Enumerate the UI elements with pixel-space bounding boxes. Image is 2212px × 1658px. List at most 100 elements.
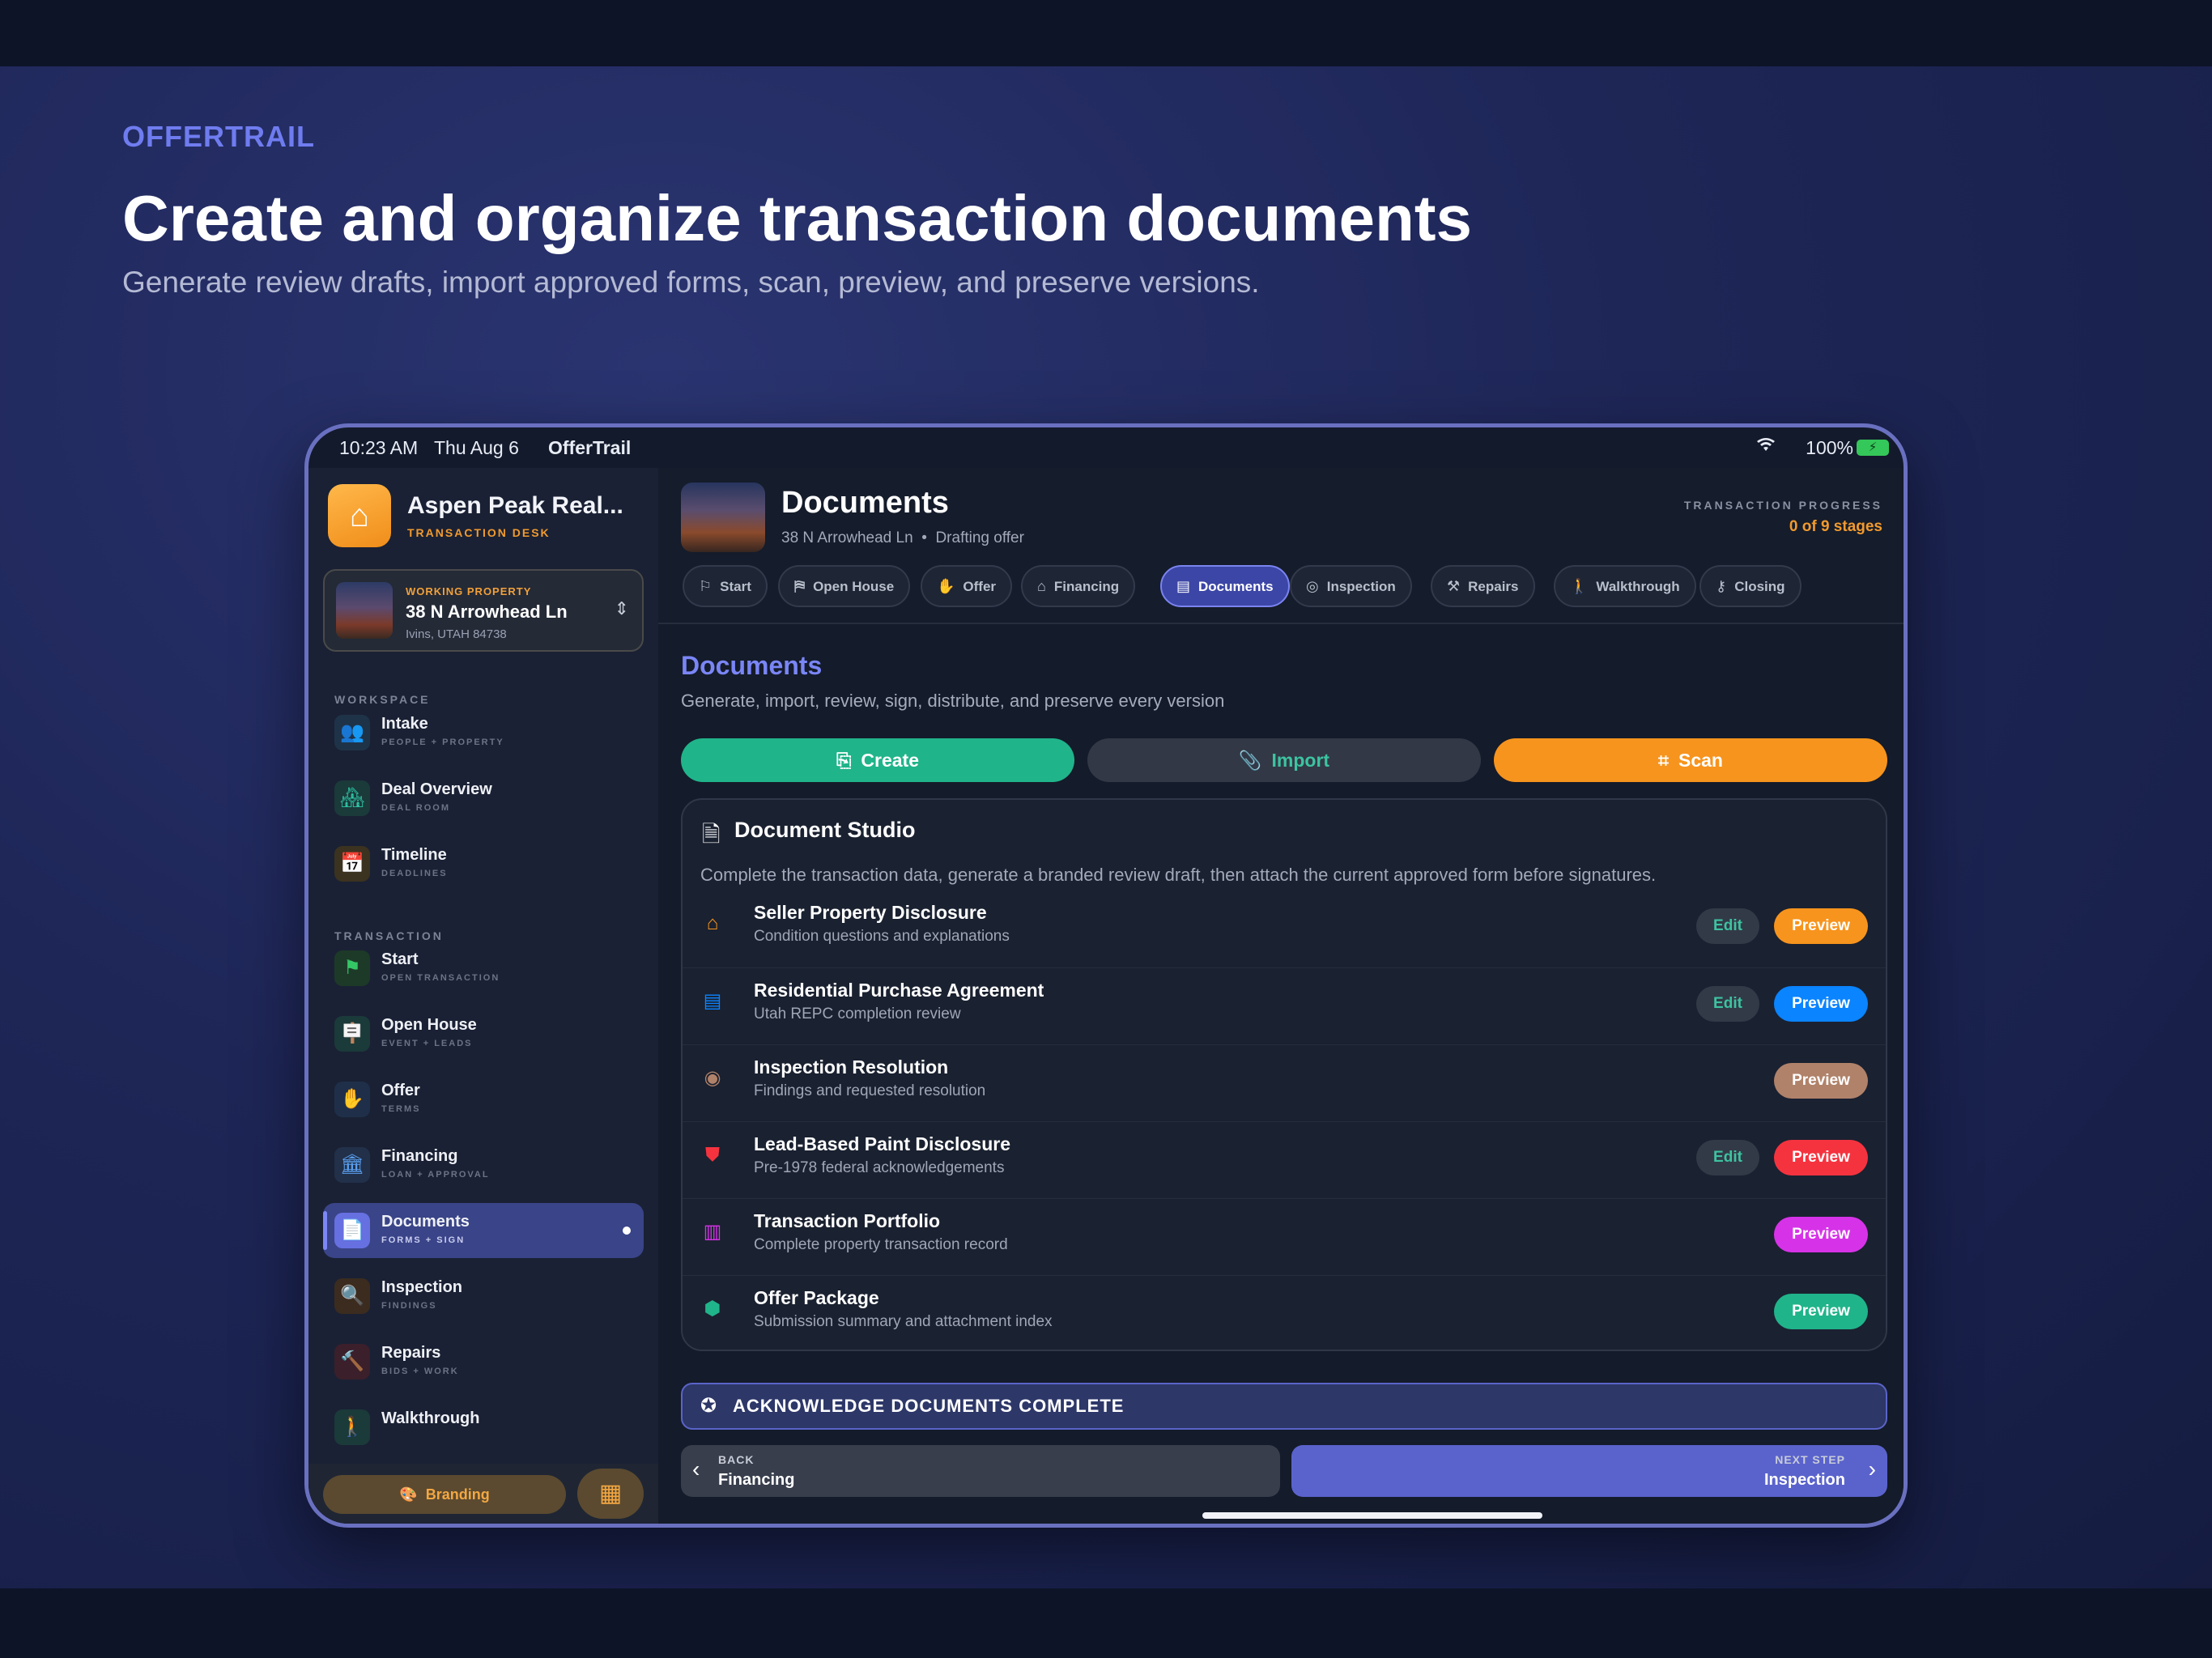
walk-icon: 🚶 — [1570, 578, 1589, 594]
document-title: Transaction Portfolio — [754, 1210, 941, 1231]
sidebar-item-timeline[interactable]: 📅 Timeline DEADLINES — [323, 836, 644, 891]
document-row: ▥ Transaction Portfolio Complete propert… — [683, 1198, 1886, 1275]
branding-button[interactable]: 🎨 Branding — [323, 1475, 566, 1514]
property-city: Ivins, UTAH 84738 — [406, 627, 507, 641]
sidebar-item-deal-overview[interactable]: 🏘 Deal Overview DEAL ROOM — [323, 771, 644, 826]
tab-start[interactable]: ⚐ Start — [683, 565, 768, 607]
back-target: Financing — [718, 1471, 795, 1489]
sidebar-item-intake[interactable]: 👥 Intake PEOPLE + PROPERTY — [323, 705, 644, 760]
hand-icon: ✋ — [937, 578, 955, 594]
wifi-icon — [1756, 437, 1776, 458]
preview-button[interactable]: Preview — [1774, 908, 1868, 944]
document-subtitle: Utah REPC completion review — [754, 1005, 961, 1022]
brand-tag: OFFERTRAIL — [122, 120, 315, 153]
section-subtitle: Generate, import, review, sign, distribu… — [681, 691, 1225, 711]
sidebar-item-open-house[interactable]: 🪧 Open House EVENT + LEADS — [323, 1006, 644, 1061]
scan-button[interactable]: ⌗ Scan — [1494, 738, 1887, 782]
back-button[interactable]: ‹ BACK Financing — [681, 1445, 1280, 1497]
branding-label: Branding — [425, 1486, 490, 1503]
sidebar-item-label: Documents — [381, 1213, 470, 1231]
preview-button[interactable]: Preview — [1774, 1217, 1868, 1252]
edit-button[interactable]: Edit — [1696, 908, 1759, 944]
tab-closing[interactable]: ⚷ Closing — [1699, 565, 1802, 607]
page-header: Documents 38 N Arrowhead Ln • Drafting o… — [658, 468, 1904, 624]
page: { "hero": { "brand": "OFFERTRAIL", "titl… — [0, 0, 2212, 1658]
sidebar-item-documents[interactable]: 📄 Documents FORMS + SIGN — [323, 1203, 644, 1258]
app-name: Aspen Peak Real... — [407, 492, 623, 519]
preview-button[interactable]: Preview — [1774, 1294, 1868, 1329]
document-subtitle: Pre-1978 federal acknowledgements — [754, 1159, 1005, 1176]
home-indicator — [1202, 1512, 1542, 1519]
palette-icon: 🎨 — [399, 1486, 418, 1503]
hand-icon: ✋ — [334, 1082, 370, 1117]
tab-offer[interactable]: ✋ Offer — [921, 565, 1013, 607]
sidebar-item-sub: FORMS + SIGN — [381, 1235, 466, 1245]
tab-financing[interactable]: ⌂ Financing — [1021, 565, 1136, 607]
acknowledge-documents-button[interactable]: ✪ ACKNOWLEDGE DOCUMENTS COMPLETE — [681, 1383, 1887, 1430]
progress-value: 0 of 9 stages — [1789, 518, 1882, 535]
sidebar-item-financing[interactable]: 🏛 Financing LOAN + APPROVAL — [323, 1137, 644, 1192]
document-icon: ▤ — [703, 990, 722, 1012]
hero-subtitle: Generate review drafts, import approved … — [122, 266, 1260, 299]
tab-repairs[interactable]: ⚒ Repairs — [1431, 565, 1535, 607]
bank-icon: ⌂ — [1037, 578, 1046, 594]
tab-walkthrough[interactable]: 🚶 Walkthrough — [1554, 565, 1696, 607]
sidebar: ⌂ Aspen Peak Real... TRANSACTION DESK WO… — [308, 468, 658, 1524]
tab-inspection[interactable]: ◎ Inspection — [1290, 565, 1412, 607]
preview-button[interactable]: Preview — [1774, 1063, 1868, 1099]
sidebar-item-label: Start — [381, 950, 419, 968]
hero-title: Create and organize transaction document… — [122, 182, 1473, 254]
document-row: ⌂ Seller Property Disclosure Condition q… — [683, 891, 1886, 967]
import-button[interactable]: 📎 Import — [1087, 738, 1481, 782]
tab-label: Documents — [1198, 579, 1274, 594]
tab-open-house[interactable]: ⛿ Open House — [778, 565, 911, 607]
key-icon: ⚷ — [1716, 578, 1727, 594]
header-address: 38 N Arrowhead Ln — [781, 529, 913, 546]
document-title: Offer Package — [754, 1287, 879, 1308]
document-title: Seller Property Disclosure — [754, 902, 987, 923]
document-subtitle: Complete property transaction record — [754, 1236, 1008, 1253]
tab-label: Financing — [1053, 579, 1120, 594]
tab-documents[interactable]: ▤ Documents — [1160, 565, 1290, 607]
document-title: Lead-Based Paint Disclosure — [754, 1133, 1010, 1154]
next-step-button[interactable]: NEXT STEP Inspection › — [1291, 1445, 1887, 1497]
sidebar-item-sub: EVENT + LEADS — [381, 1039, 473, 1048]
progress-label: TRANSACTION PROGRESS — [1683, 499, 1882, 512]
sidebar-item-label: Inspection — [381, 1278, 463, 1296]
signpost-icon: 🪧 — [334, 1016, 370, 1052]
sidebar-item-sub: TERMS — [381, 1104, 421, 1114]
chevron-right-icon: › — [1868, 1456, 1876, 1482]
edit-button[interactable]: Edit — [1696, 986, 1759, 1022]
battery-icon: ⚡ — [1857, 440, 1889, 456]
preview-button[interactable]: Preview — [1774, 986, 1868, 1022]
sidebar-item-label: Open House — [381, 1016, 477, 1034]
tab-label: Open House — [813, 579, 895, 594]
battery-percent: 100% — [1806, 437, 1853, 458]
paperclip-icon: 📎 — [1238, 750, 1262, 771]
acknowledge-label: ACKNOWLEDGE DOCUMENTS COMPLETE — [733, 1396, 1125, 1416]
edit-button[interactable]: Edit — [1696, 1140, 1759, 1175]
create-button[interactable]: ⎘ Create — [681, 738, 1074, 782]
hammer-icon: 🔨 — [334, 1344, 370, 1380]
tab-label: Repairs — [1468, 579, 1519, 594]
sidebar-item-walkthrough[interactable]: 🚶 Walkthrough — [323, 1400, 644, 1448]
tab-label: Closing — [1734, 579, 1785, 594]
document-subtitle: Findings and requested resolution — [754, 1082, 986, 1099]
checkmark-seal-icon: ✪ — [700, 1395, 718, 1417]
preview-button[interactable]: Preview — [1774, 1140, 1868, 1175]
flag-icon: ⚑ — [334, 950, 370, 986]
sidebar-item-inspection[interactable]: 🔍 Inspection FINDINGS — [323, 1269, 644, 1324]
section-title: Documents — [681, 651, 823, 680]
calendar-icon: 📅 — [334, 846, 370, 882]
building-button[interactable]: ▦ — [577, 1469, 644, 1519]
sidebar-item-sub: PEOPLE + PROPERTY — [381, 738, 504, 747]
status-date: Thu Aug 6 — [434, 437, 519, 458]
import-label: Import — [1271, 750, 1330, 771]
sidebar-item-start[interactable]: ⚑ Start OPEN TRANSACTION — [323, 941, 644, 996]
working-property-selector[interactable]: WORKING PROPERTY 38 N Arrowhead Ln Ivins… — [323, 569, 644, 652]
page-title: Documents — [781, 486, 949, 520]
sidebar-item-offer[interactable]: ✋ Offer TERMS — [323, 1072, 644, 1127]
sidebar-item-repairs[interactable]: 🔨 Repairs BIDS + WORK — [323, 1334, 644, 1389]
sidebar-item-sub: FINDINGS — [381, 1301, 437, 1311]
sidebar-item-sub: OPEN TRANSACTION — [381, 973, 500, 983]
